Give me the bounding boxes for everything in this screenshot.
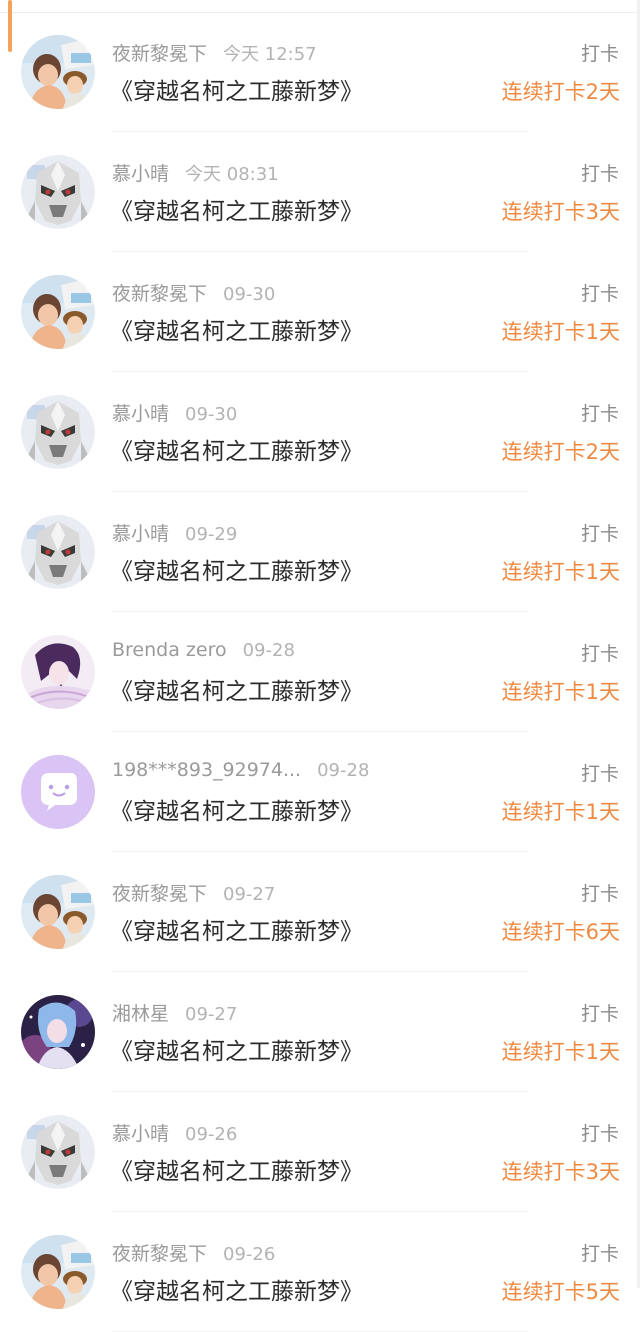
checkin-label: 打卡 <box>580 1243 619 1265</box>
list-item[interactable]: 慕小晴 今天 08:31 《穿越名柯之工藤新梦》 打卡 连续打卡3天 <box>0 132 640 252</box>
streak-text: 连续打卡3天 <box>501 200 620 224</box>
timestamp: 09-26 <box>185 1124 238 1145</box>
checkin-label: 打卡 <box>580 43 619 65</box>
username[interactable]: 夜新黎冕下 <box>112 1243 207 1265</box>
streak-text: 连续打卡2天 <box>501 80 620 104</box>
book-title[interactable]: 《穿越名柯之工藤新梦》 <box>110 312 363 346</box>
list-item[interactable]: 夜新黎冕下 今天 12:57 《穿越名柯之工藤新梦》 打卡 连续打卡2天 <box>0 12 640 132</box>
anime-couple-avatar[interactable] <box>21 1235 95 1309</box>
timestamp: 09-30 <box>223 284 276 305</box>
username[interactable]: 夜新黎冕下 <box>112 283 207 305</box>
streak-text: 连续打卡1天 <box>501 560 620 584</box>
checkin-label: 打卡 <box>580 403 619 425</box>
checkin-label: 打卡 <box>580 1123 619 1145</box>
book-title[interactable]: 《穿越名柯之工藤新梦》 <box>110 1032 363 1066</box>
streak-text: 连续打卡1天 <box>501 680 620 704</box>
checkin-label: 打卡 <box>580 283 619 305</box>
checkin-label: 打卡 <box>580 1003 619 1025</box>
list-item[interactable]: 慕小晴 09-30 《穿越名柯之工藤新梦》 打卡 连续打卡2天 <box>0 372 640 492</box>
streak-text: 连续打卡1天 <box>501 800 620 824</box>
book-title[interactable]: 《穿越名柯之工藤新梦》 <box>110 552 363 586</box>
list-item[interactable]: 198***893_92974... 09-28 《穿越名柯之工藤新梦》 打卡 连… <box>0 732 640 852</box>
robot-helmet-avatar[interactable] <box>21 395 95 469</box>
book-title[interactable]: 《穿越名柯之工藤新梦》 <box>110 1272 363 1306</box>
username[interactable]: 慕小晴 <box>112 1123 169 1145</box>
robot-helmet-avatar[interactable] <box>21 155 95 229</box>
timestamp: 09-28 <box>242 640 295 661</box>
timestamp: 今天 12:57 <box>223 44 317 65</box>
book-title[interactable]: 《穿越名柯之工藤新梦》 <box>110 672 363 706</box>
book-title[interactable]: 《穿越名柯之工藤新梦》 <box>110 912 363 946</box>
streak-text: 连续打卡1天 <box>501 320 620 344</box>
checkin-label: 打卡 <box>580 763 619 785</box>
default-chat-bubble-avatar[interactable] <box>21 755 95 829</box>
username[interactable]: 慕小晴 <box>112 523 169 545</box>
book-title[interactable]: 《穿越名柯之工藤新梦》 <box>110 192 363 226</box>
username[interactable]: 夜新黎冕下 <box>112 43 207 65</box>
book-title[interactable]: 《穿越名柯之工藤新梦》 <box>110 432 363 466</box>
book-title[interactable]: 《穿越名柯之工藤新梦》 <box>110 1152 363 1186</box>
username[interactable]: 夜新黎冕下 <box>112 883 207 905</box>
anime-couple-avatar[interactable] <box>21 275 95 349</box>
list-item[interactable]: 夜新黎冕下 09-26 《穿越名柯之工藤新梦》 打卡 连续打卡5天 <box>0 1212 640 1332</box>
username[interactable]: 198***893_92974... <box>112 759 301 781</box>
streak-text: 连续打卡1天 <box>501 1040 620 1064</box>
timestamp: 09-29 <box>185 524 238 545</box>
timestamp: 09-26 <box>223 1244 276 1265</box>
username[interactable]: 湘林星 <box>112 1003 169 1025</box>
robot-helmet-avatar[interactable] <box>21 515 95 589</box>
timestamp: 09-28 <box>317 760 370 781</box>
checkin-list: 夜新黎冕下 今天 12:57 《穿越名柯之工藤新梦》 打卡 连续打卡2天 慕小晴今… <box>0 12 640 1332</box>
anime-purple-hair-avatar[interactable] <box>21 635 95 709</box>
username[interactable]: 慕小晴 <box>112 163 169 185</box>
timestamp: 09-27 <box>185 1004 238 1025</box>
anime-galaxy-avatar[interactable] <box>21 995 95 1069</box>
list-item[interactable]: Brenda zero 09-28 《穿越名柯之工藤新梦》 打卡 连续打卡1天 <box>0 612 640 732</box>
username[interactable]: 慕小晴 <box>112 403 169 425</box>
timestamp: 今天 08:31 <box>185 164 279 185</box>
streak-text: 连续打卡3天 <box>501 1160 620 1184</box>
list-item[interactable]: 夜新黎冕下 09-30 《穿越名柯之工藤新梦》 打卡 连续打卡1天 <box>0 252 640 372</box>
list-item[interactable]: 湘林星 09-27 《穿越名柯之工藤新梦》 打卡 连续打卡1天 <box>0 972 640 1092</box>
checkin-label: 打卡 <box>580 883 619 905</box>
timestamp: 09-30 <box>185 404 238 425</box>
list-item[interactable]: 慕小晴 09-26 《穿越名柯之工藤新梦》 打卡 连续打卡3天 <box>0 1092 640 1212</box>
username[interactable]: Brenda zero <box>112 639 227 661</box>
list-item[interactable]: 慕小晴 09-29 《穿越名柯之工藤新梦》 打卡 连续打卡1天 <box>0 492 640 612</box>
book-title[interactable]: 《穿越名柯之工藤新梦》 <box>110 792 363 826</box>
checkin-label: 打卡 <box>580 643 619 665</box>
list-item[interactable]: 夜新黎冕下 09-27 《穿越名柯之工藤新梦》 打卡 连续打卡6天 <box>0 852 640 972</box>
timestamp: 09-27 <box>223 884 276 905</box>
robot-helmet-avatar[interactable] <box>21 1115 95 1189</box>
book-title[interactable]: 《穿越名柯之工藤新梦》 <box>110 72 363 106</box>
streak-text: 连续打卡5天 <box>501 1280 620 1304</box>
checkin-label: 打卡 <box>580 523 619 545</box>
anime-couple-avatar[interactable] <box>21 35 95 109</box>
checkin-label: 打卡 <box>580 163 619 185</box>
streak-text: 连续打卡6天 <box>501 920 620 944</box>
streak-text: 连续打卡2天 <box>501 440 620 464</box>
anime-couple-avatar[interactable] <box>21 875 95 949</box>
